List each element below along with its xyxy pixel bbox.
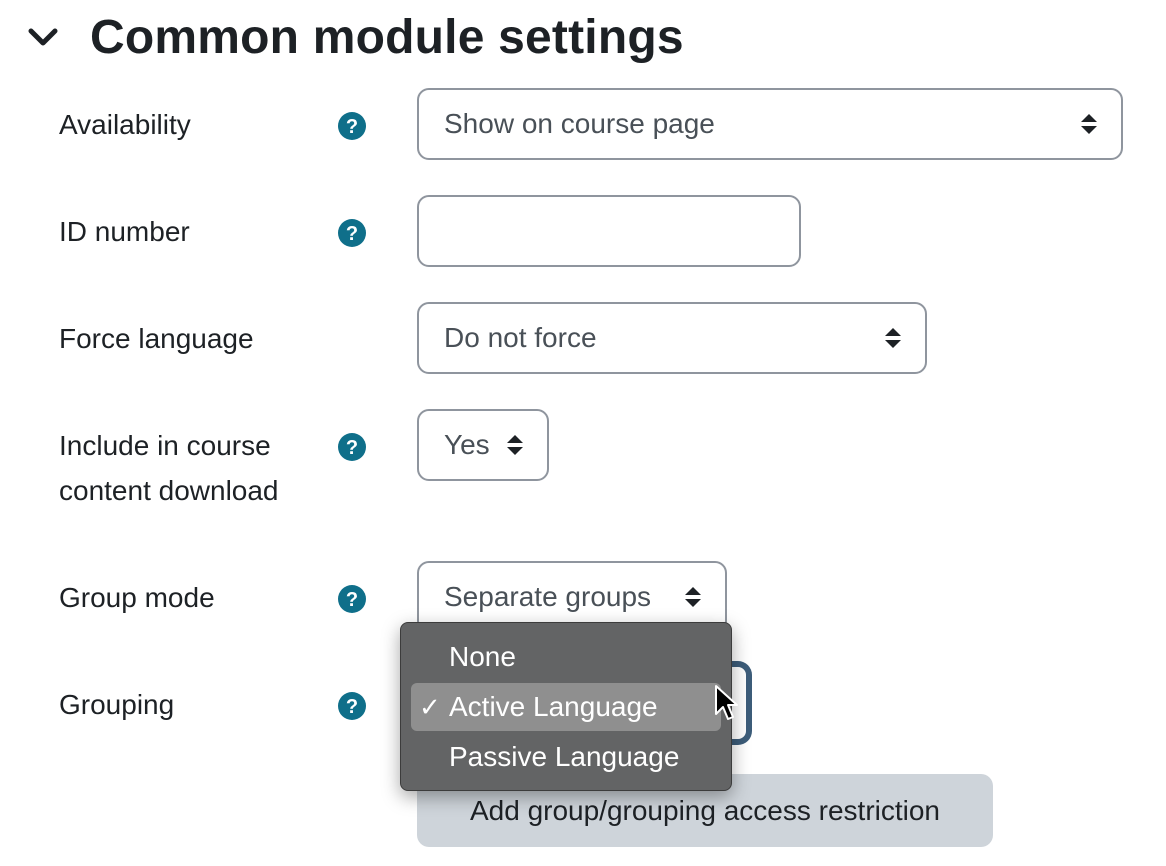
course-download-label-line1: Include in course	[59, 430, 271, 461]
group-mode-select-value: Separate groups	[444, 581, 652, 612]
grouping-label: Grouping	[59, 689, 175, 720]
select-caret-icon	[885, 328, 901, 348]
dropdown-option-none[interactable]: None	[411, 633, 721, 681]
dropdown-option-label: Passive Language	[449, 741, 680, 772]
availability-select[interactable]: Show on course page	[417, 88, 1123, 160]
help-icon[interactable]: ?	[338, 219, 366, 247]
id-number-field[interactable]	[417, 195, 801, 267]
module-settings-page: Common module settings Availability ? Sh…	[0, 0, 1166, 866]
mouse-pointer-icon	[715, 685, 738, 720]
dropdown-option-active-language[interactable]: ✓ Active Language	[411, 683, 721, 731]
chevron-down-icon[interactable]	[26, 23, 60, 53]
availability-select-value: Show on course page	[444, 108, 715, 139]
dropdown-option-label: Active Language	[449, 691, 658, 722]
svg-text:?: ?	[346, 437, 358, 459]
checkmark-icon: ✓	[419, 691, 441, 722]
svg-text:?: ?	[346, 589, 358, 611]
svg-text:?: ?	[346, 696, 358, 718]
select-caret-icon	[685, 587, 701, 607]
help-icon[interactable]: ?	[338, 585, 366, 613]
course-download-label: Include in course content download	[59, 423, 279, 513]
course-download-label-line2: content download	[59, 475, 279, 506]
dropdown-option-passive-language[interactable]: Passive Language	[411, 733, 721, 781]
id-number-label: ID number	[59, 216, 190, 247]
course-download-select[interactable]: Yes	[417, 409, 549, 481]
dropdown-option-label: None	[449, 641, 516, 672]
select-caret-icon	[1081, 114, 1097, 134]
svg-text:?: ?	[346, 223, 358, 245]
section-title: Common module settings	[90, 11, 684, 64]
help-icon[interactable]: ?	[338, 433, 366, 461]
force-language-select-value: Do not force	[444, 322, 597, 353]
help-icon[interactable]: ?	[338, 692, 366, 720]
force-language-label: Force language	[59, 323, 254, 354]
help-icon[interactable]: ?	[338, 112, 366, 140]
grouping-dropdown-menu: None ✓ Active Language Passive Language	[400, 622, 732, 791]
section-header[interactable]: Common module settings	[26, 6, 684, 70]
force-language-select[interactable]: Do not force	[417, 302, 927, 374]
svg-text:?: ?	[346, 116, 358, 138]
select-caret-icon	[507, 435, 523, 455]
availability-label: Availability	[59, 109, 191, 140]
group-mode-label: Group mode	[59, 582, 215, 613]
course-download-select-value: Yes	[444, 429, 490, 460]
